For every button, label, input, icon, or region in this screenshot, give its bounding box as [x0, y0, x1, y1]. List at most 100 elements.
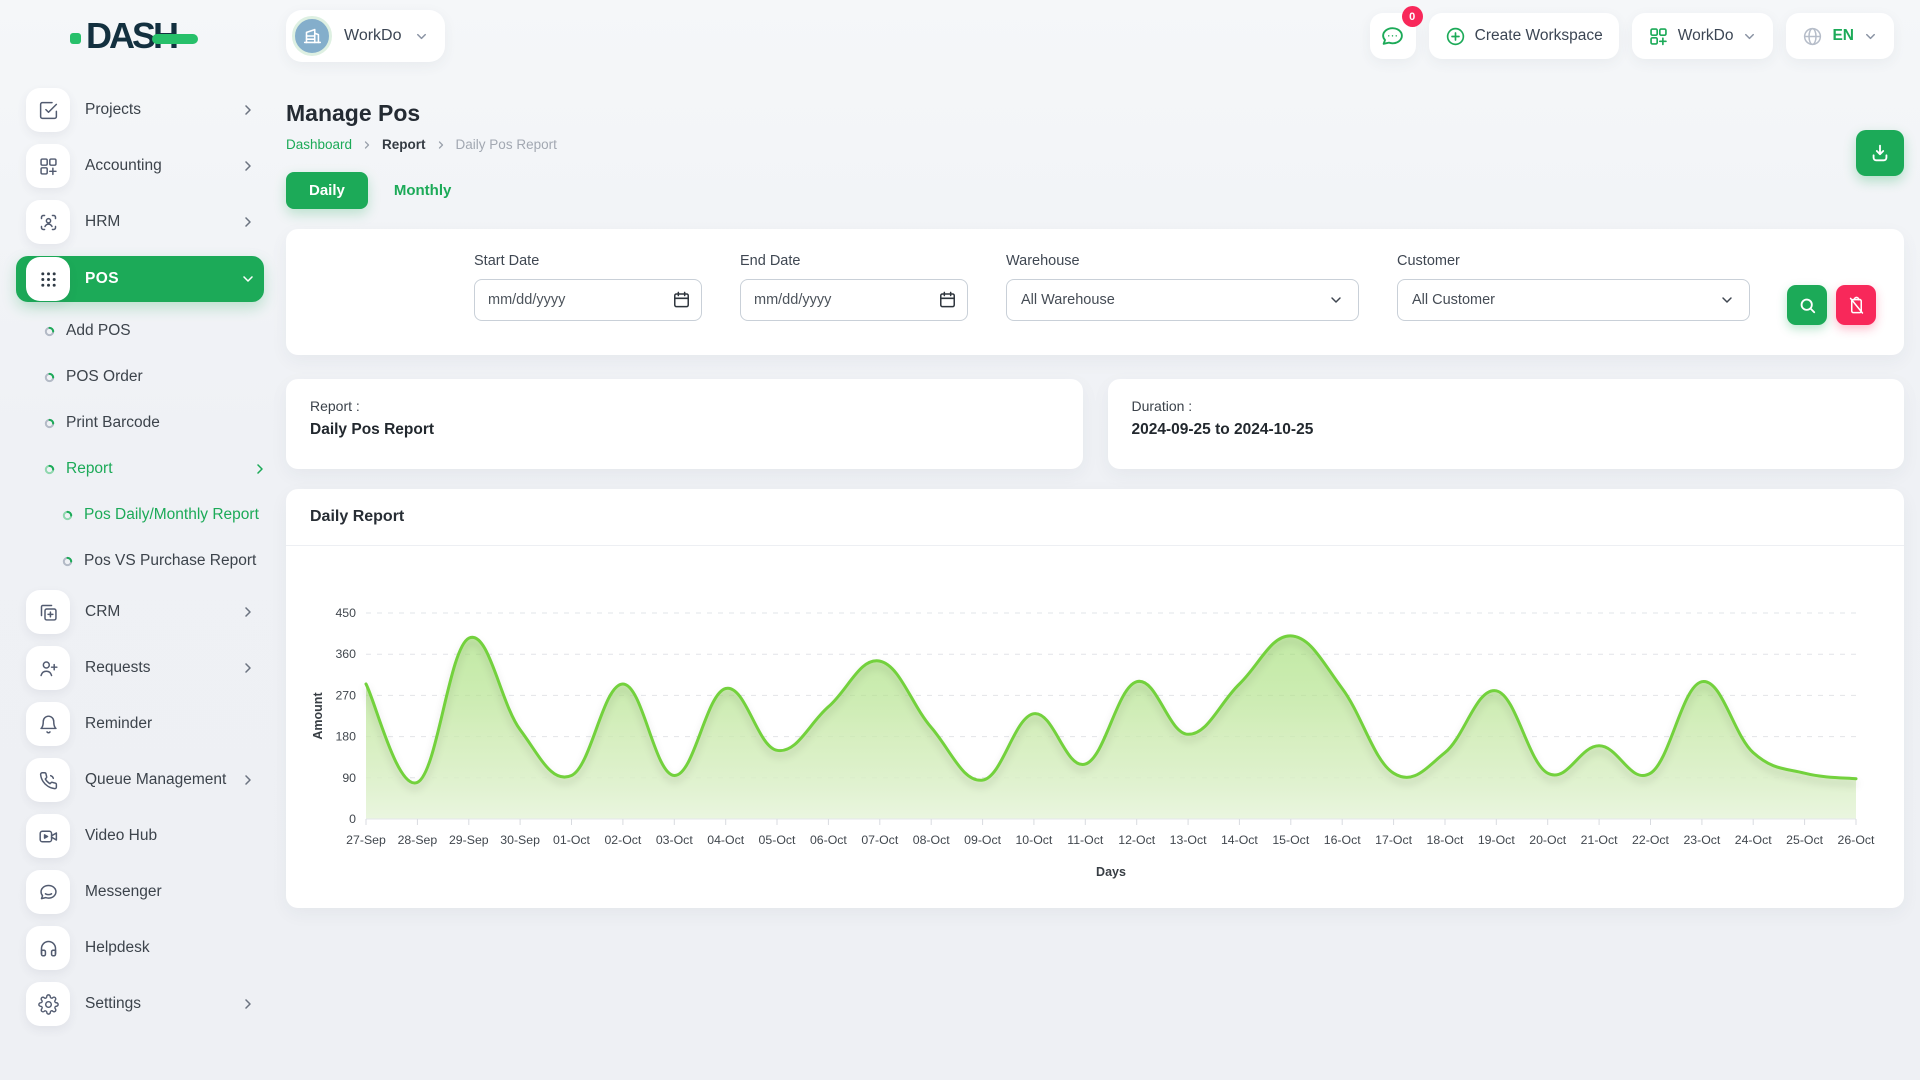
- breadcrumb-report[interactable]: Report: [382, 137, 426, 152]
- svg-text:19-Oct: 19-Oct: [1478, 833, 1515, 847]
- svg-text:29-Sep: 29-Sep: [449, 833, 489, 847]
- clear-filter-icon: [1847, 296, 1866, 315]
- create-workspace-label: Create Workspace: [1475, 27, 1603, 45]
- filter-card: Start Date End Date Warehouse All Wareho…: [286, 229, 1904, 355]
- sidebar-item-hrm[interactable]: HRM: [16, 200, 264, 244]
- customer-select[interactable]: All Customer: [1397, 279, 1750, 321]
- sidebar: Projects Accounting HRM POS Add POS POS Order…: [0, 72, 266, 1080]
- customer-field-group: Customer All Customer: [1397, 253, 1750, 321]
- report-mode-tabs: Daily Monthly: [286, 172, 1904, 209]
- app-logo[interactable]: DASH: [70, 18, 220, 54]
- chevron-right-icon: [240, 772, 256, 788]
- sidebar-item-report[interactable]: Report: [16, 452, 268, 486]
- svg-text:05-Oct: 05-Oct: [759, 833, 796, 847]
- logo-bar: [152, 34, 198, 44]
- sidebar-item-print-barcode[interactable]: Print Barcode: [16, 406, 268, 440]
- svg-text:24-Oct: 24-Oct: [1735, 833, 1772, 847]
- sidebar-item-label: Messenger: [85, 883, 256, 901]
- sidebar-item-accounting[interactable]: Accounting: [16, 144, 264, 188]
- report-label: Report :: [310, 398, 1059, 414]
- svg-text:0: 0: [349, 812, 356, 826]
- sidebar-item-helpdesk[interactable]: Helpdesk: [16, 926, 264, 970]
- topbar: DASH WorkDo 0 Create Workspace: [0, 0, 1920, 72]
- sidebar-item-pos-daily-monthly-report[interactable]: Pos Daily/Monthly Report: [16, 498, 286, 532]
- chart-x-axis: 27-Sep28-Sep29-Sep30-Sep01-Oct02-Oct03-O…: [346, 833, 1875, 847]
- calendar-icon[interactable]: [672, 290, 691, 309]
- sidebar-item-add-pos[interactable]: Add POS: [16, 314, 268, 348]
- chart-area-fill: [366, 636, 1856, 819]
- area-chart-svg: 09018027036045027-Sep28-Sep29-Sep30-Sep0…: [306, 556, 1884, 886]
- messages-button[interactable]: 0: [1370, 13, 1416, 59]
- sidebar-item-video-hub[interactable]: Video Hub: [16, 814, 264, 858]
- main-content: Manage Pos Dashboard Report Daily Pos Re…: [286, 72, 1904, 908]
- end-date-input[interactable]: [740, 279, 968, 321]
- sidebar-item-requests[interactable]: Requests: [16, 646, 264, 690]
- sidebar-nav: Projects Accounting HRM POS Add POS POS Order…: [16, 88, 266, 1026]
- svg-text:20-Oct: 20-Oct: [1529, 833, 1566, 847]
- sidebar-item-crm[interactable]: CRM: [16, 590, 264, 634]
- tab-monthly[interactable]: Monthly: [394, 182, 452, 199]
- report-value: Daily Pos Report: [310, 421, 1059, 439]
- svg-text:450: 450: [335, 606, 356, 620]
- tab-daily[interactable]: Daily: [286, 172, 368, 209]
- sidebar-item-pos-order[interactable]: POS Order: [16, 360, 268, 394]
- sidebar-item-queue-management[interactable]: Queue Management: [16, 758, 264, 802]
- breadcrumb-current: Daily Pos Report: [456, 137, 557, 152]
- svg-text:01-Oct: 01-Oct: [553, 833, 590, 847]
- sidebar-item-pos[interactable]: POS: [16, 256, 264, 302]
- sidebar-item-messenger[interactable]: Messenger: [16, 870, 264, 914]
- chevron-right-icon: [240, 102, 256, 118]
- calendar-icon[interactable]: [938, 290, 957, 309]
- sidebar-item-label: Requests: [85, 659, 240, 677]
- svg-text:90: 90: [342, 771, 356, 785]
- chart-title: Daily Report: [286, 489, 1904, 546]
- duration-label: Duration :: [1132, 398, 1881, 414]
- page-title: Manage Pos: [286, 100, 1904, 127]
- plus-circle-icon: [1445, 26, 1466, 47]
- create-workspace-button[interactable]: Create Workspace: [1429, 13, 1619, 59]
- sidebar-item-label: Print Barcode: [66, 412, 268, 434]
- workspace-chip[interactable]: WorkDo: [286, 10, 445, 62]
- sidebar-item-projects[interactable]: Projects: [16, 88, 264, 132]
- hrm-icon: [26, 200, 70, 244]
- donut-icon: [44, 464, 55, 475]
- language-button[interactable]: EN: [1786, 13, 1894, 59]
- warehouse-select[interactable]: All Warehouse: [1006, 279, 1359, 321]
- search-icon: [1798, 296, 1817, 315]
- svg-text:10-Oct: 10-Oct: [1015, 833, 1052, 847]
- donut-icon: [44, 326, 55, 337]
- svg-text:12-Oct: 12-Oct: [1118, 833, 1155, 847]
- reset-filter-button[interactable]: [1836, 285, 1876, 325]
- svg-text:28-Sep: 28-Sep: [398, 833, 438, 847]
- chevron-right-icon: [240, 660, 256, 676]
- chat-icon: [1380, 24, 1405, 49]
- svg-text:360: 360: [335, 647, 356, 661]
- chevron-down-icon: [1328, 292, 1344, 308]
- svg-text:06-Oct: 06-Oct: [810, 833, 847, 847]
- accounting-icon: [26, 144, 70, 188]
- svg-text:11-Oct: 11-Oct: [1067, 833, 1104, 847]
- svg-text:08-Oct: 08-Oct: [913, 833, 950, 847]
- customer-label: Customer: [1397, 253, 1750, 269]
- daily-report-chart: 09018027036045027-Sep28-Sep29-Sep30-Sep0…: [286, 546, 1904, 890]
- svg-text:15-Oct: 15-Oct: [1272, 833, 1309, 847]
- sidebar-item-reminder[interactable]: Reminder: [16, 702, 264, 746]
- sidebar-item-settings[interactable]: Settings: [16, 982, 264, 1026]
- chevron-right-icon: [240, 158, 256, 174]
- settings-icon: [26, 982, 70, 1026]
- sidebar-item-label: Projects: [85, 101, 240, 119]
- end-date-field-group: End Date: [740, 253, 968, 321]
- chevron-down-icon: [414, 29, 429, 44]
- svg-text:09-Oct: 09-Oct: [964, 833, 1001, 847]
- sidebar-item-pos-vs-purchase-report[interactable]: Pos VS Purchase Report: [16, 544, 286, 578]
- search-button[interactable]: [1787, 285, 1827, 325]
- svg-text:30-Sep: 30-Sep: [500, 833, 540, 847]
- svg-text:21-Oct: 21-Oct: [1581, 833, 1618, 847]
- svg-text:16-Oct: 16-Oct: [1324, 833, 1361, 847]
- download-button[interactable]: [1856, 130, 1904, 176]
- chevron-down-icon: [240, 271, 256, 287]
- workspace-menu-button[interactable]: WorkDo: [1632, 13, 1774, 59]
- chart-x-ticks: [366, 819, 1856, 825]
- breadcrumb-dashboard[interactable]: Dashboard: [286, 137, 352, 152]
- start-date-input[interactable]: [474, 279, 702, 321]
